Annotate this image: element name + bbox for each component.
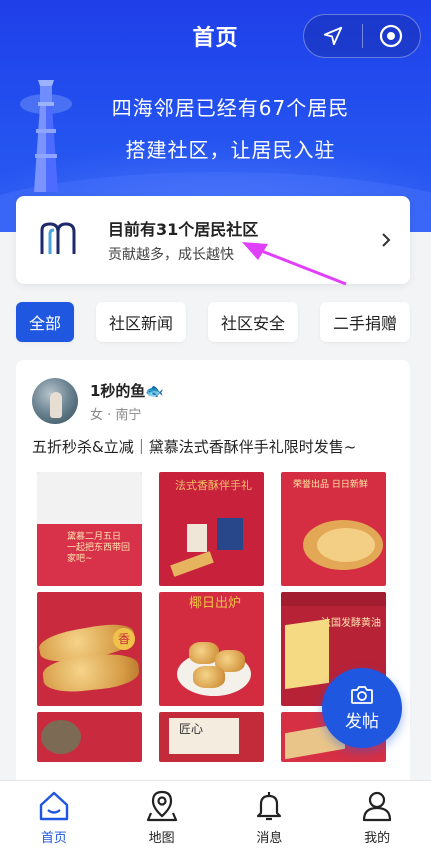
close-program-button[interactable] (363, 15, 421, 57)
location-arrow-icon (323, 26, 342, 46)
nav-home[interactable]: 首页 (0, 781, 108, 852)
nav-home-label: 首页 (40, 831, 67, 846)
post-image-7[interactable] (37, 712, 142, 762)
post-image-2[interactable]: 法式香酥伴手礼 (159, 472, 264, 586)
hero-resident-count: 四海邻居已经有67个居民 (111, 96, 350, 120)
home-icon (39, 791, 69, 821)
avatar[interactable] (32, 378, 78, 424)
bottom-nav: 首页 地图 消息 我的 (0, 780, 431, 852)
create-post-button[interactable]: 发帖 (322, 668, 402, 748)
tab-all[interactable]: 全部 (16, 302, 74, 342)
bell-icon (257, 792, 282, 821)
community-logo-icon (40, 222, 76, 254)
create-post-label: 发帖 (345, 711, 379, 732)
annotation-arrow-icon (242, 242, 347, 286)
mini-program-capsule (303, 14, 421, 58)
community-subtitle: 贡献越多，成长越快 (108, 247, 234, 263)
home-page: 首页 四海邻居已经有67个居民 搭建社区，让居民入驻 目前有31个居民社区 贡献… (0, 0, 431, 852)
tab-community-news[interactable]: 社区新闻 (96, 302, 186, 342)
camera-icon (351, 685, 373, 704)
community-card[interactable]: 目前有31个居民社区 贡献越多，成长越快 (16, 196, 410, 284)
community-count-title: 目前有31个居民社区 (108, 220, 259, 239)
post-image-3[interactable]: 荣誉出品 日日新鲜 (281, 472, 386, 586)
tab-second-hand-donation[interactable]: 二手捐赠 (320, 302, 410, 342)
nav-map[interactable]: 地图 (108, 781, 216, 852)
nav-map-label: 地图 (148, 831, 175, 846)
chevron-right-icon (382, 233, 391, 247)
post-image-5[interactable]: 椰日出炉 (159, 592, 264, 706)
map-pin-icon (146, 790, 177, 822)
user-icon (363, 791, 392, 822)
hero-slogan: 搭建社区，让居民入驻 (125, 138, 336, 162)
nav-profile-label: 我的 (364, 831, 391, 846)
post-image-1[interactable]: 黛慕二月五日 一起把东西带回 家吧~ (37, 472, 142, 586)
category-tabs: 全部 社区新闻 社区安全 二手捐赠 (16, 302, 416, 344)
post-user-meta: 女 · 南宁 (90, 408, 142, 423)
nav-messages[interactable]: 消息 (216, 781, 324, 852)
nav-profile[interactable]: 我的 (323, 781, 431, 852)
post-username[interactable]: 1秒的鱼🐟 (90, 380, 164, 401)
post-title[interactable]: 五折秒杀&立减｜黛慕法式香酥伴手礼限时发售~ (32, 436, 402, 457)
location-button[interactable] (304, 15, 362, 57)
post-image-4[interactable]: 香 (37, 592, 142, 706)
tab-community-safety[interactable]: 社区安全 (208, 302, 298, 342)
nav-messages-label: 消息 (256, 831, 283, 846)
target-circle-icon (380, 24, 403, 48)
post-image-8[interactable]: 匠心 (159, 712, 264, 762)
